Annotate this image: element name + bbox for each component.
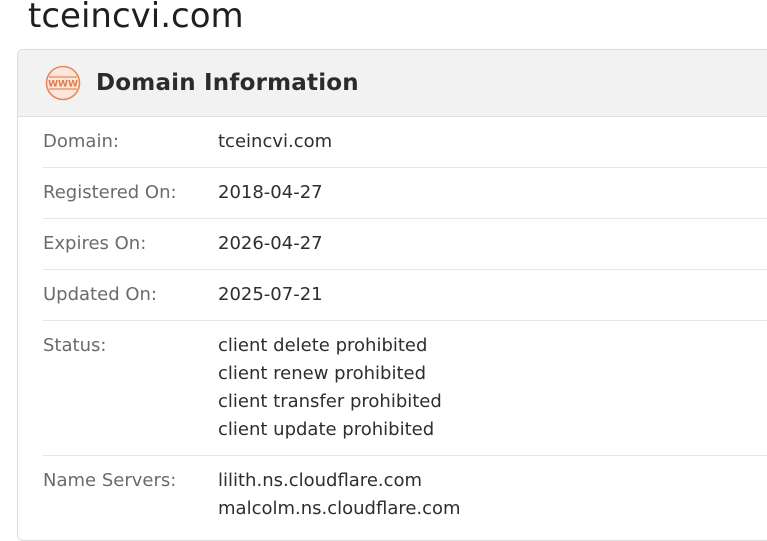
info-row-status: Status: client delete prohibited client … bbox=[43, 321, 767, 456]
updated-date-value: 2025-07-21 bbox=[218, 284, 323, 305]
expires-date-value: 2026-04-27 bbox=[218, 233, 323, 254]
row-label: Status: bbox=[43, 335, 107, 356]
info-row-domain: Domain: tceincvi.com bbox=[43, 117, 767, 168]
page-title: tceincvi.com bbox=[28, 0, 244, 36]
row-value: tceincvi.com bbox=[218, 128, 332, 156]
status-value: client delete prohibited bbox=[218, 335, 428, 356]
info-row-expires-on: Expires On: 2026-04-27 bbox=[43, 219, 767, 270]
status-value: client update prohibited bbox=[218, 419, 435, 440]
domain-information-card: WWW Domain Information Domain: tceincvi.… bbox=[17, 49, 767, 541]
name-server-value: lilith.ns.cloudflare.com bbox=[218, 470, 423, 491]
info-row-name-servers: Name Servers: lilith.ns.cloudflare.com m… bbox=[43, 456, 767, 534]
info-row-updated-on: Updated On: 2025-07-21 bbox=[43, 270, 767, 321]
www-globe-icon: WWW bbox=[45, 65, 81, 101]
name-server-value: malcolm.ns.cloudflare.com bbox=[218, 498, 461, 519]
row-label: Name Servers: bbox=[43, 470, 177, 491]
domain-info-rows: Domain: tceincvi.com Registered On: 2018… bbox=[43, 117, 767, 534]
row-value: lilith.ns.cloudflare.com malcolm.ns.clou… bbox=[218, 467, 461, 523]
row-value: client delete prohibited client renew pr… bbox=[218, 332, 442, 444]
row-value: 2025-07-21 bbox=[218, 281, 323, 309]
card-header: WWW Domain Information bbox=[18, 50, 767, 117]
card-title: Domain Information bbox=[96, 70, 359, 96]
row-label: Expires On: bbox=[43, 233, 147, 254]
row-label: Updated On: bbox=[43, 284, 157, 305]
domain-value: tceincvi.com bbox=[218, 131, 333, 152]
row-label: Domain: bbox=[43, 131, 119, 152]
row-label: Registered On: bbox=[43, 182, 177, 203]
status-value: client transfer prohibited bbox=[218, 391, 442, 412]
row-value: 2018-04-27 bbox=[218, 179, 323, 207]
svg-text:WWW: WWW bbox=[48, 80, 78, 90]
info-row-registered-on: Registered On: 2018-04-27 bbox=[43, 168, 767, 219]
status-value: client renew prohibited bbox=[218, 363, 427, 384]
registered-date-value: 2018-04-27 bbox=[218, 182, 323, 203]
row-value: 2026-04-27 bbox=[218, 230, 323, 258]
